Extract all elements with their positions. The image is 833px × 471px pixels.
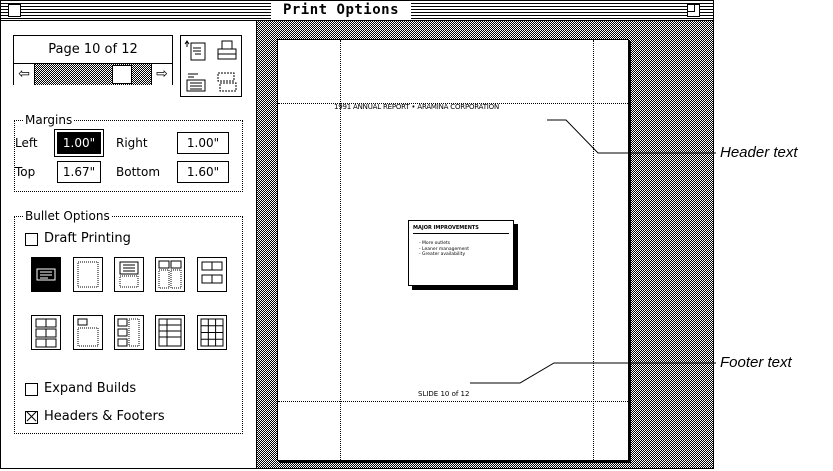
- footer-text-callout: Footer text: [720, 354, 792, 371]
- header-text-callout: Header text: [720, 144, 798, 161]
- callout-leader-lines: [470, 119, 716, 384]
